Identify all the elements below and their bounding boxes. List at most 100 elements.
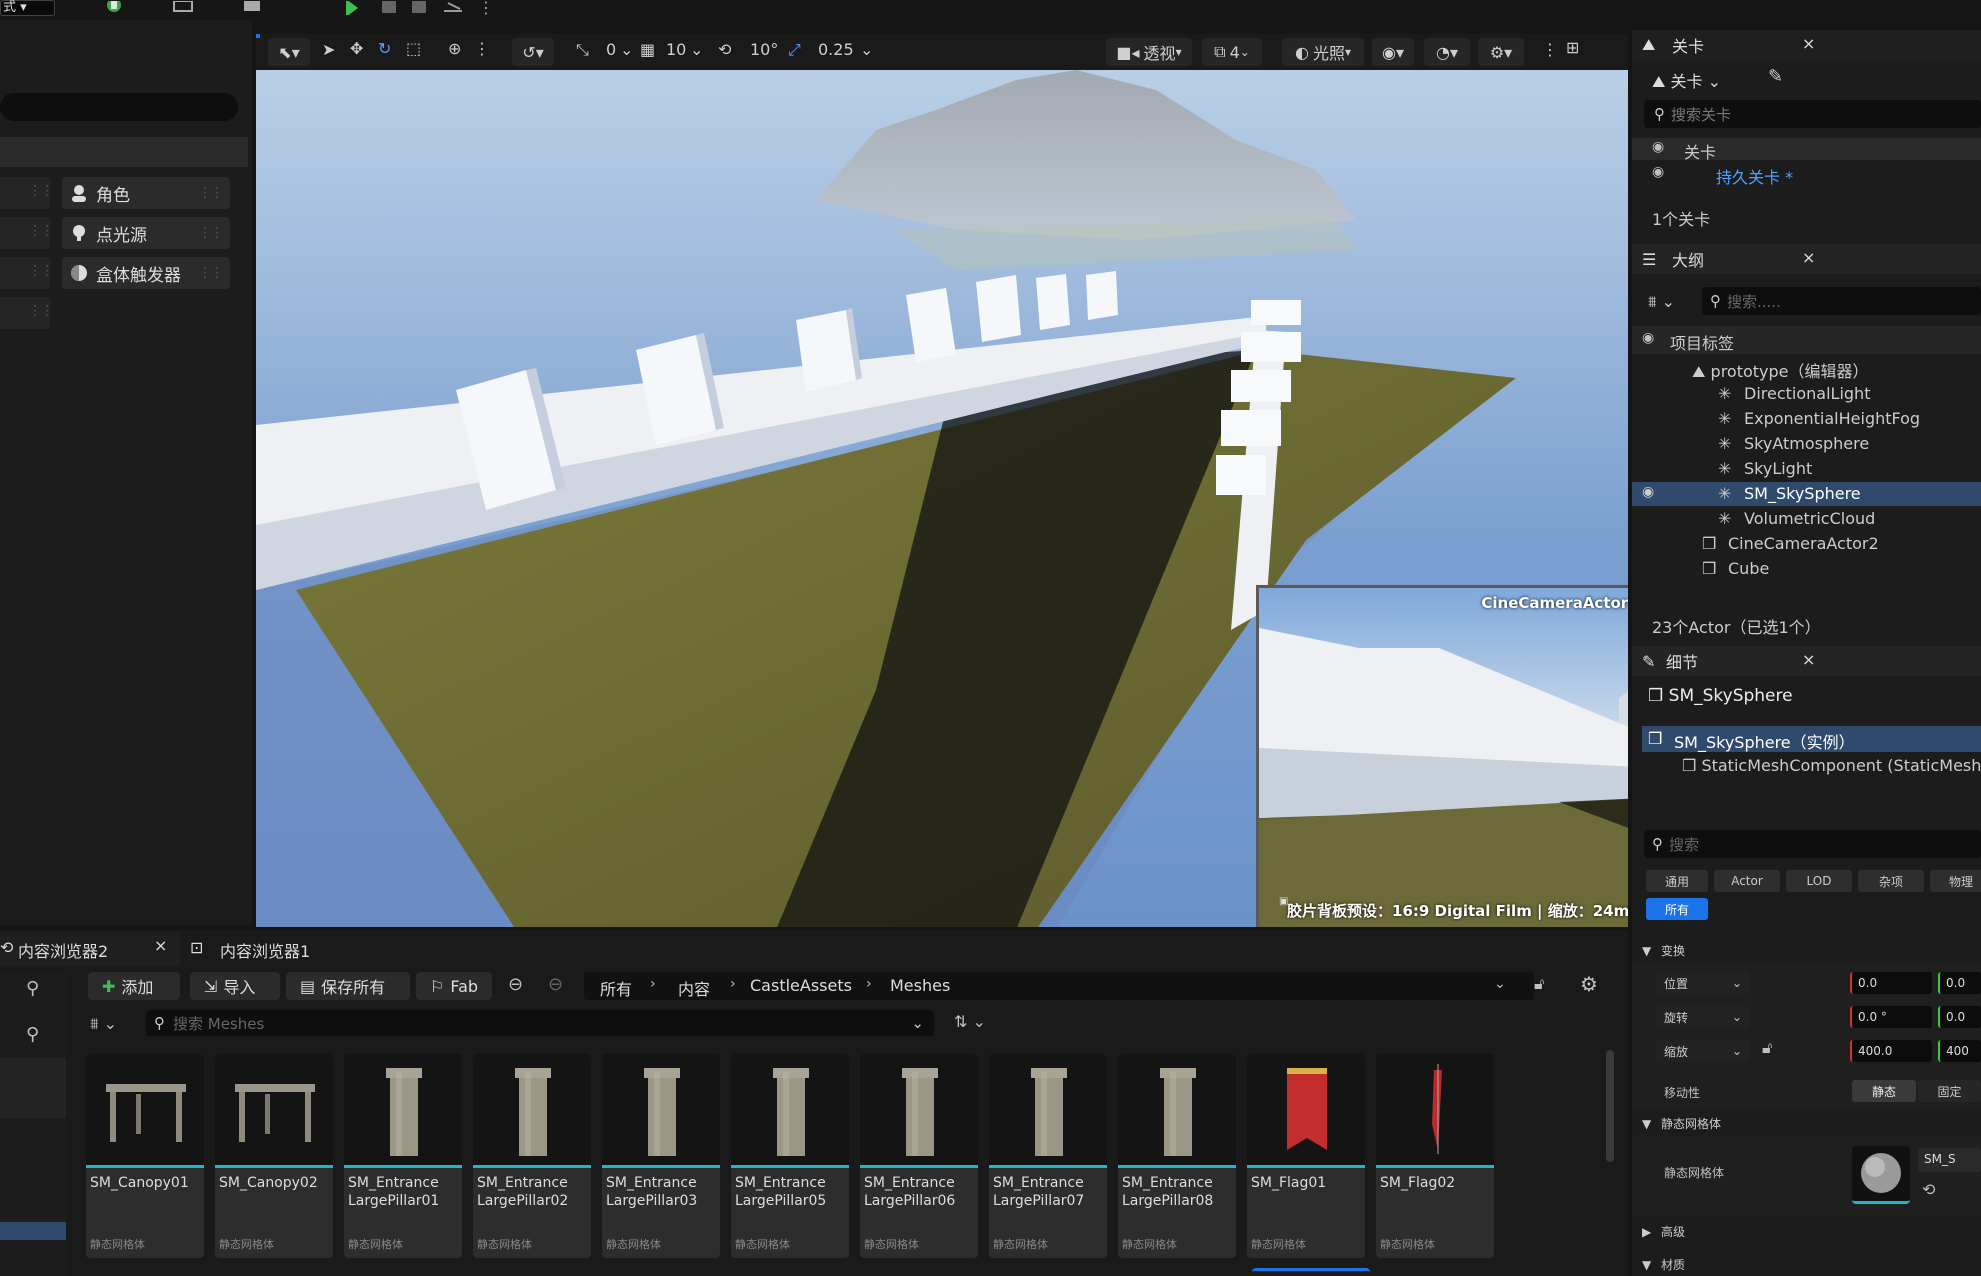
location-x-input[interactable]: 0.0 bbox=[1850, 972, 1932, 994]
pin-icon[interactable]: ▣ bbox=[1279, 896, 1288, 907]
eye-icon[interactable]: ◉ bbox=[1642, 330, 1654, 346]
import-button[interactable]: ⇲ 导入 bbox=[190, 972, 280, 1000]
static-mesh-section-header[interactable]: ▼ 静态网格体 bbox=[1642, 1115, 1721, 1132]
save-all-button[interactable]: ▤ 保存所有 bbox=[286, 972, 410, 1000]
content-browser-tab-2[interactable]: ⟲ 内容浏览器2 × bbox=[0, 932, 180, 966]
levels-tab[interactable]: ⛰ 关卡 × bbox=[1632, 30, 1981, 60]
details-instance-row[interactable]: ❒ SM_SkySphere（实例） bbox=[1642, 726, 1981, 752]
place-item-pawn[interactable]: 角色 ⋮⋮ bbox=[62, 177, 230, 209]
layout-icon[interactable]: ⊞ bbox=[1566, 38, 1579, 57]
camera-speed-dropdown[interactable]: ⧉ 4 ⌄ bbox=[1202, 38, 1262, 66]
level-viewport[interactable]: CineCameraActor2 胶片背板预设：16:9 Digital Fil… bbox=[256, 70, 1628, 927]
asset-tile[interactable]: SM_Entrance LargePillar08 静态网格体 bbox=[1118, 1054, 1236, 1258]
settings-dropdown[interactable]: ⚙▾ bbox=[1478, 38, 1524, 66]
grid-snap-value[interactable]: 10 bbox=[666, 40, 686, 59]
asset-tile[interactable]: SM_Entrance LargePillar05 静态网格体 bbox=[731, 1054, 849, 1258]
category-slot-2[interactable]: ⋮⋮ bbox=[0, 217, 54, 249]
category-slot-3[interactable]: ⋮⋮ bbox=[0, 257, 54, 289]
materials-section-header[interactable]: ▼ 材质 bbox=[1642, 1256, 1685, 1273]
location-y-input[interactable]: 0.0 bbox=[1938, 972, 1981, 994]
filter-physics[interactable]: 物理 bbox=[1930, 870, 1981, 892]
details-component-row[interactable]: ❒ StaticMeshComponent (StaticMesh bbox=[1682, 756, 1981, 775]
rotation-snap-icon[interactable]: ⤡ bbox=[576, 40, 589, 60]
category-slot-4[interactable]: ⋮⋮ bbox=[0, 297, 54, 329]
location-dropdown[interactable]: 位置 ⌄ bbox=[1656, 972, 1750, 994]
sort-dropdown[interactable]: ⇅ ⌄ bbox=[954, 1012, 986, 1031]
filter-dropdown[interactable]: ⩩ ⌄ bbox=[1648, 292, 1675, 312]
outliner-row[interactable]: ✳ SkyLight bbox=[1632, 457, 1981, 481]
scale-snap-value[interactable]: 0.25 bbox=[818, 40, 854, 59]
asset-search-input[interactable]: ⚲ 搜索 Meshes ⌄ bbox=[146, 1010, 934, 1036]
eject-button[interactable] bbox=[442, 0, 466, 19]
category-slot-1[interactable]: ⋮⋮ bbox=[0, 177, 54, 209]
cinematics-icon[interactable] bbox=[240, 0, 276, 14]
filter-general[interactable]: 通用 bbox=[1646, 870, 1708, 892]
breadcrumb-meshes[interactable]: Meshes bbox=[890, 976, 950, 995]
back-arrow-icon[interactable]: ⊖ bbox=[508, 974, 523, 995]
search-icon[interactable]: ⚲ bbox=[26, 1024, 39, 1045]
move-tool-icon[interactable]: ✥ bbox=[350, 39, 363, 58]
asset-tile[interactable]: SM_Entrance LargePillar07 静态网格体 bbox=[989, 1054, 1107, 1258]
search-icon[interactable]: ⚲ bbox=[26, 978, 39, 999]
viewport-options-icon[interactable]: ⋮ bbox=[1542, 40, 1558, 59]
lock-icon[interactable]: 🔓︎ bbox=[1534, 974, 1544, 994]
asset-tile[interactable]: SM_Entrance LargePillar06 静态网格体 bbox=[860, 1054, 978, 1258]
breadcrumb-castleassets[interactable]: CastleAssets bbox=[750, 976, 852, 995]
asset-grid-scrollbar[interactable] bbox=[1606, 1050, 1614, 1162]
asset-tile[interactable]: SM_Canopy01 静态网格体 bbox=[86, 1054, 204, 1258]
filter-misc[interactable]: 杂项 bbox=[1858, 870, 1924, 892]
browse-icon[interactable]: ⟲ bbox=[1922, 1180, 1935, 1199]
gear-icon[interactable]: ⚙ bbox=[1580, 972, 1598, 996]
scale-x-input[interactable]: 400.0 bbox=[1850, 1040, 1932, 1062]
stop-button[interactable] bbox=[412, 0, 430, 19]
performance-dropdown[interactable]: ◔▾ bbox=[1424, 38, 1470, 66]
rotation-dropdown[interactable]: 旋转 ⌄ bbox=[1656, 1006, 1750, 1028]
add-button[interactable]: ✚ 添加 bbox=[88, 972, 180, 1000]
close-icon[interactable]: × bbox=[1802, 248, 1815, 267]
select-tool-icon[interactable]: ➤ bbox=[322, 40, 335, 59]
angle-snap-icon[interactable]: ⟲ bbox=[718, 40, 731, 59]
static-mesh-picker[interactable]: SM_S bbox=[1918, 1148, 1981, 1172]
show-flags-dropdown[interactable]: ◉▾ bbox=[1372, 38, 1414, 66]
camera-preview[interactable]: CineCameraActor2 胶片背板预设：16:9 Digital Fil… bbox=[1256, 585, 1628, 927]
outliner-row[interactable]: ◉ ✳ SM_SkySphere bbox=[1632, 482, 1981, 506]
outliner-row[interactable]: ❒ CineCameraActor2 bbox=[1632, 532, 1981, 556]
place-search-input[interactable] bbox=[0, 93, 238, 121]
chevron-down-icon[interactable]: ⌄ bbox=[1494, 976, 1506, 992]
blueprint-icon[interactable] bbox=[170, 0, 206, 14]
filter-all[interactable]: 所有 bbox=[1646, 898, 1708, 920]
filter-lod[interactable]: LOD bbox=[1786, 870, 1852, 892]
more-options-icon[interactable]: ⋮ bbox=[478, 0, 494, 17]
scale-y-input[interactable]: 400 bbox=[1938, 1040, 1981, 1062]
breadcrumb-all[interactable]: 所有 bbox=[600, 976, 632, 1000]
rotation-snap-value[interactable]: 0 bbox=[606, 40, 616, 59]
mobility-fixed-button[interactable]: 固定 bbox=[1918, 1080, 1981, 1102]
lit-mode-dropdown[interactable]: ◐ 光照 ▾ bbox=[1282, 38, 1364, 66]
outliner-tab[interactable]: ☰ 大纲 × bbox=[1632, 244, 1981, 274]
asset-tile[interactable]: SM_Entrance LargePillar02 静态网格体 bbox=[473, 1054, 591, 1258]
sources-selected-folder[interactable] bbox=[0, 1222, 66, 1240]
details-search-input[interactable]: ⚲ 搜索 bbox=[1644, 830, 1981, 858]
advanced-section-header[interactable]: ▶ 高级 bbox=[1642, 1223, 1685, 1240]
outliner-row[interactable]: ✳ VolumetricCloud bbox=[1632, 507, 1981, 531]
mode-dropdown[interactable]: 式 ▾ bbox=[0, 0, 55, 16]
world-space-icon[interactable]: ⊕ bbox=[448, 39, 461, 58]
outliner-row[interactable]: ✳ DirectionalLight bbox=[1632, 382, 1981, 406]
asset-tile[interactable]: SM_Entrance LargePillar03 静态网格体 bbox=[602, 1054, 720, 1258]
levels-dropdown[interactable]: ⛰ 关卡 ⌄ bbox=[1652, 68, 1721, 92]
content-browser-tab-1[interactable]: ⊡ 内容浏览器1 bbox=[190, 932, 340, 966]
mobility-static-button[interactable]: 静态 bbox=[1852, 1080, 1916, 1102]
outliner-row[interactable]: ❒ Cube bbox=[1632, 557, 1981, 581]
grid-snap-icon[interactable]: ▦ bbox=[640, 40, 655, 59]
levels-search-input[interactable]: ⚲ 搜索关卡 bbox=[1644, 100, 1981, 128]
scale-tool-icon[interactable]: ⬚ bbox=[406, 39, 421, 58]
skip-button[interactable] bbox=[382, 0, 400, 19]
more-tools-icon[interactable]: ⋮ bbox=[474, 39, 490, 58]
lock-icon[interactable]: 🔓︎ bbox=[1762, 1038, 1772, 1058]
eye-icon[interactable]: ◉ bbox=[1652, 139, 1664, 155]
transform-section-header[interactable]: ▼ 变换 bbox=[1642, 942, 1685, 959]
rotation-x-input[interactable]: 0.0 ° bbox=[1850, 1006, 1932, 1028]
eye-icon[interactable]: ◉ bbox=[1642, 484, 1654, 500]
fab-button[interactable]: ⚐ Fab bbox=[416, 972, 492, 1000]
close-icon[interactable]: × bbox=[1802, 34, 1815, 53]
